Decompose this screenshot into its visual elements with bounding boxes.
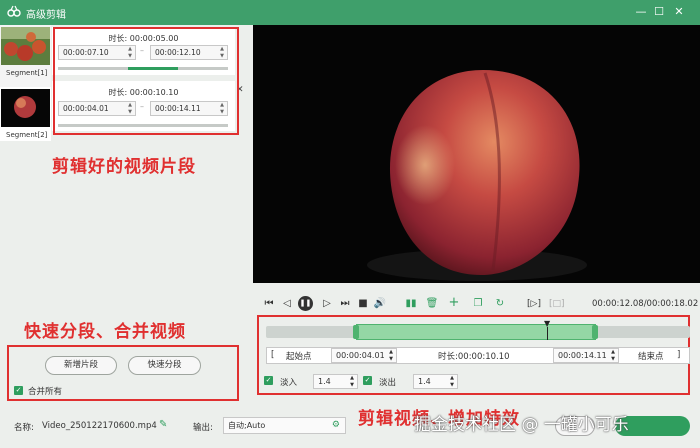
- trim-duration-value: 00:00:10.10: [457, 352, 510, 362]
- annotation-box-segments: [53, 27, 239, 135]
- quick-split-button[interactable]: 快速分段: [128, 356, 201, 375]
- name-label: 名称:: [14, 423, 34, 433]
- video-preview[interactable]: [253, 25, 700, 283]
- watermark-text: 掘金技术社区 @ 一罐小可乐: [414, 415, 629, 435]
- mark-in-icon[interactable]: [▷]: [527, 297, 541, 311]
- skip-start-icon[interactable]: ⏮: [262, 297, 276, 311]
- trim-end-field[interactable]: 00:00:14.11 ▲ ▼: [553, 348, 619, 363]
- selection-right-handle[interactable]: [592, 325, 598, 339]
- segment-thumbnail-2[interactable]: Segment[2]: [0, 87, 51, 141]
- timeline-selection[interactable]: [356, 324, 596, 340]
- step-back-icon[interactable]: ◁: [280, 297, 294, 311]
- minimize-icon[interactable]: —: [633, 4, 649, 20]
- segment-2-preview-image: [1, 89, 50, 127]
- start-point-button[interactable]: 起始点: [286, 350, 312, 362]
- merge-all-checkbox[interactable]: ✓: [14, 386, 23, 395]
- trim-start-field[interactable]: 00:00:04.01 ▲ ▼: [331, 348, 397, 363]
- spinner-icon[interactable]: ▲ ▼: [450, 375, 454, 389]
- fade-in-field[interactable]: 1.4 ▲ ▼: [313, 374, 358, 389]
- skip-end-icon[interactable]: ⏭: [338, 297, 352, 311]
- spinner-icon[interactable]: ▲ ▼: [389, 349, 393, 363]
- title-bar: 高级剪辑 — ☐ ✕: [0, 0, 700, 25]
- output-label: 输出:: [193, 423, 213, 433]
- step-forward-icon[interactable]: ▷: [320, 297, 334, 311]
- volume-icon[interactable]: 🔊: [373, 297, 387, 311]
- trim-duration-label: 时长:: [438, 352, 458, 362]
- copy-icon[interactable]: ❐: [471, 297, 485, 311]
- merge-all-label: 合并所有: [28, 387, 63, 397]
- output-filename: Video_250122170600.mp4: [42, 421, 157, 431]
- window-title: 高级剪辑: [26, 10, 66, 21]
- end-point-button[interactable]: 结束点: [638, 350, 664, 362]
- maximize-icon[interactable]: ☐: [651, 4, 667, 20]
- app-logo-icon: [7, 5, 21, 17]
- stop-icon[interactable]: ■: [356, 297, 370, 311]
- fade-out-checkbox[interactable]: ✓: [363, 376, 372, 385]
- output-select[interactable]: 自动;Auto ⚙: [223, 417, 346, 434]
- mark-out-icon[interactable]: [□]: [549, 297, 565, 311]
- playhead-line: [547, 327, 548, 340]
- time-display: 00:00:12.08/00:00:18.02: [592, 299, 699, 309]
- spinner-icon[interactable]: ▲ ▼: [350, 375, 354, 389]
- split-icon[interactable]: ▮▮: [404, 297, 418, 311]
- segment-label: Segment[1]: [6, 69, 48, 77]
- preview-peach-image: [253, 25, 700, 283]
- fade-in-checkbox[interactable]: ✓: [264, 376, 273, 385]
- fade-in-label: 淡入: [280, 378, 298, 388]
- segment-1-preview-image: [1, 27, 50, 65]
- segment-label: Segment[2]: [6, 131, 48, 139]
- end-bracket-icon: ]: [677, 350, 681, 360]
- new-segment-button[interactable]: 新增片段: [45, 356, 117, 375]
- spinner-icon[interactable]: ▲ ▼: [611, 349, 615, 363]
- pause-icon[interactable]: ❚❚: [298, 296, 313, 311]
- add-icon[interactable]: +: [447, 296, 461, 310]
- fade-out-field[interactable]: 1.4 ▲ ▼: [413, 374, 458, 389]
- fade-out-label: 淡出: [379, 378, 397, 388]
- gear-icon[interactable]: ⚙: [332, 418, 340, 433]
- annotation-segments-note: 剪辑好的视频片段: [52, 157, 196, 177]
- start-bracket-icon: [: [271, 350, 275, 360]
- reset-icon[interactable]: ↻: [493, 297, 507, 311]
- close-icon[interactable]: ✕: [671, 4, 687, 20]
- edit-name-icon[interactable]: ✎: [159, 419, 167, 430]
- selection-left-handle[interactable]: [353, 325, 359, 339]
- delete-icon[interactable]: 🗑: [425, 297, 439, 311]
- annotation-split-note: 快速分段、合并视频: [24, 322, 186, 342]
